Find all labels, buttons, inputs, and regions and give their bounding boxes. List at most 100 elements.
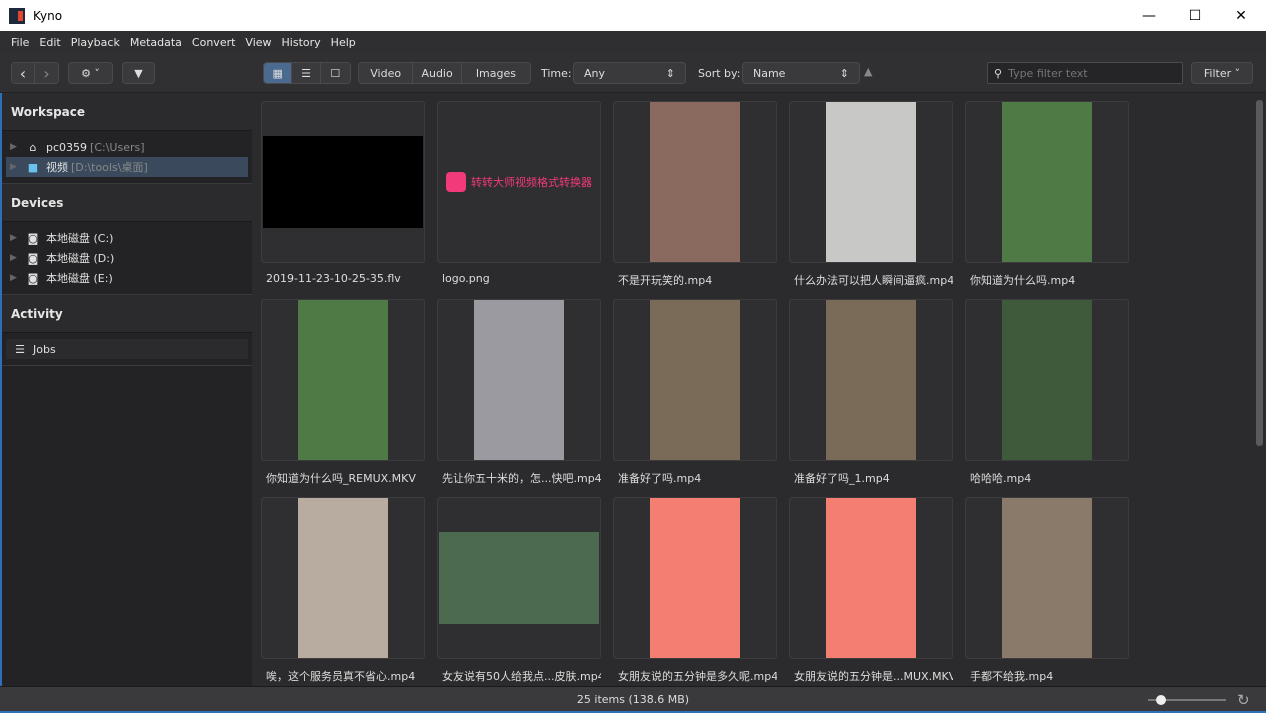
drive-icon: ◙ xyxy=(27,231,39,245)
thumbnail-image xyxy=(826,498,916,658)
thumbnail: 转转大师视频格式转换器 xyxy=(437,101,601,263)
media-tile[interactable]: 哈哈哈.mp4 xyxy=(965,299,1129,486)
file-name: 准备好了吗.mp4 xyxy=(618,472,702,485)
file-name: 唉，这个服务员真不省心.mp4 xyxy=(266,670,416,683)
file-name: 手都不给我.mp4 xyxy=(970,670,1054,683)
status-bar: 25 items (138.6 MB) ↻ xyxy=(0,686,1266,713)
media-tile[interactable]: 你知道为什么吗_REMUX.MKV xyxy=(261,299,425,486)
folder-icon: ■ xyxy=(27,160,39,174)
audio-filter-button[interactable]: Audio xyxy=(413,63,462,83)
video-filter-button[interactable]: Video xyxy=(359,63,414,83)
zoom-slider-handle[interactable] xyxy=(1155,695,1166,705)
filter-input[interactable]: ⚲ xyxy=(987,62,1183,84)
grid-view-button[interactable]: ▦ xyxy=(264,63,293,83)
menu-metadata[interactable]: Metadata xyxy=(125,36,187,49)
sort-select[interactable]: Name ⇕ xyxy=(742,62,860,84)
thumbnail-image xyxy=(1002,102,1092,262)
device-item[interactable]: ▶ ◙ 本地磁盘 (E:) xyxy=(6,268,248,288)
jobs-label: Jobs xyxy=(33,342,56,356)
thumbnail-image xyxy=(298,498,388,658)
media-tile[interactable]: 转转大师视频格式转换器 logo.png xyxy=(437,101,601,285)
time-value: Any xyxy=(584,66,606,80)
zoom-slider[interactable] xyxy=(1148,695,1226,705)
scrollbar[interactable] xyxy=(1256,100,1263,446)
sort-label: Sort by: xyxy=(698,67,741,80)
forward-button[interactable]: › xyxy=(35,63,58,83)
settings-button[interactable]: ⚙ ˅ xyxy=(68,62,113,84)
images-filter-button[interactable]: Images xyxy=(461,63,530,83)
file-name: 什么办法可以把人瞬间逼疯.mp4 xyxy=(794,274,953,287)
device-item[interactable]: ▶ ◙ 本地磁盘 (C:) xyxy=(6,228,248,248)
device-label: 本地磁盘 (E:) xyxy=(46,272,113,285)
logo-caption: 转转大师视频格式转换器 xyxy=(471,176,592,189)
media-tile[interactable]: 什么办法可以把人瞬间逼疯.mp4 xyxy=(789,101,953,288)
menu-file[interactable]: File xyxy=(6,36,34,49)
filter-button[interactable]: Filter ˅ xyxy=(1191,62,1253,84)
thumbnail-image xyxy=(650,102,740,262)
sidebar: Workspace ▶ ⌂ pc0359 [C:\Users] ▶ ■ 视频 [D:\too… xyxy=(0,93,252,686)
media-grid: 2019-11-23-10-25-35.flv 转转大师视频格式转换器 logo.p… xyxy=(252,93,1266,686)
jobs-item[interactable]: ☰ Jobs xyxy=(6,339,248,359)
menu-edit[interactable]: Edit xyxy=(34,36,65,49)
file-name: 2019-11-23-10-25-35.flv xyxy=(266,272,401,285)
menu-playback[interactable]: Playback xyxy=(66,36,125,49)
folder-download-icon: ▼ xyxy=(134,66,143,80)
media-tile[interactable]: 唉，这个服务员真不省心.mp4 xyxy=(261,497,425,684)
menu-convert[interactable]: Convert xyxy=(187,36,241,49)
file-name: 哈哈哈.mp4 xyxy=(970,472,1032,485)
media-tile[interactable]: 准备好了吗_1.mp4 xyxy=(789,299,953,486)
filter-text-input[interactable] xyxy=(1008,66,1169,80)
app-logo-icon xyxy=(9,7,25,24)
thumbnail-image xyxy=(826,300,916,460)
item-path: [C:\Users] xyxy=(90,140,145,154)
menu-help[interactable]: Help xyxy=(326,36,361,49)
time-select[interactable]: Any ⇕ xyxy=(573,62,686,84)
item-label: 视频 xyxy=(46,161,68,174)
devices-header: Devices xyxy=(2,184,252,222)
thumbnail xyxy=(261,497,425,659)
item-label: pc0359 xyxy=(46,140,88,154)
thumbnail-image xyxy=(263,136,423,228)
home-icon: ⌂ xyxy=(29,140,37,154)
media-tile[interactable]: 不是开玩笑的.mp4 xyxy=(613,101,777,288)
thumbnail-image xyxy=(650,300,740,460)
search-icon: ⚲ xyxy=(994,66,1003,80)
workspace-item-home[interactable]: ▶ ⌂ pc0359 [C:\Users] xyxy=(6,137,248,157)
media-tile[interactable]: 先让你五十米的，怎...快吧.mp4 xyxy=(437,299,601,486)
add-folder-button[interactable]: ▼ xyxy=(122,62,155,84)
thumbnail xyxy=(613,497,777,659)
close-button[interactable]: ✕ xyxy=(1218,0,1264,31)
media-tile[interactable]: 你知道为什么吗.mp4 xyxy=(965,101,1129,288)
file-name: 准备好了吗_1.mp4 xyxy=(794,472,890,485)
refresh-icon[interactable]: ↻ xyxy=(1237,691,1250,709)
thumbnail xyxy=(261,299,425,461)
device-label: 本地磁盘 (C:) xyxy=(46,232,114,245)
workspace-header: Workspace xyxy=(2,93,252,131)
minimize-button[interactable]: — xyxy=(1126,0,1172,31)
media-tile[interactable]: 女朋友说的五分钟是多久呢.mp4 xyxy=(613,497,777,684)
back-button[interactable]: ‹ xyxy=(12,63,36,83)
device-item[interactable]: ▶ ◙ 本地磁盘 (D:) xyxy=(6,248,248,268)
thumbnail-image xyxy=(1002,300,1092,460)
list-view-button[interactable]: ☰ xyxy=(292,63,321,83)
menu-view[interactable]: View xyxy=(240,36,276,49)
file-name: 先让你五十米的，怎...快吧.mp4 xyxy=(442,472,601,485)
sort-direction-icon[interactable]: ▲ xyxy=(864,65,872,78)
workspace-item-videos[interactable]: ▶ ■ 视频 [D:\tools\桌面] xyxy=(6,157,248,177)
maximize-button[interactable]: ☐ xyxy=(1172,0,1218,31)
activity-header: Activity xyxy=(2,295,252,333)
media-tile[interactable]: 2019-11-23-10-25-35.flv xyxy=(261,101,425,285)
single-view-button[interactable]: ☐ xyxy=(320,63,350,83)
media-tile[interactable]: 女友说有50人给我点...皮肤.mp4 xyxy=(437,497,601,684)
media-tile[interactable]: 女朋友说的五分钟是...MUX.MKV xyxy=(789,497,953,684)
thumbnail-image xyxy=(1002,498,1092,658)
thumbnail xyxy=(437,299,601,461)
file-name: 女朋友说的五分钟是...MUX.MKV xyxy=(794,670,953,683)
menu-history[interactable]: History xyxy=(277,36,326,49)
updown-icon: ⇕ xyxy=(665,66,675,80)
item-path: [D:\tools\桌面] xyxy=(71,161,148,174)
thumbnail-image xyxy=(439,532,599,624)
thumbnail xyxy=(965,497,1129,659)
media-tile[interactable]: 手都不给我.mp4 xyxy=(965,497,1129,684)
media-tile[interactable]: 准备好了吗.mp4 xyxy=(613,299,777,486)
